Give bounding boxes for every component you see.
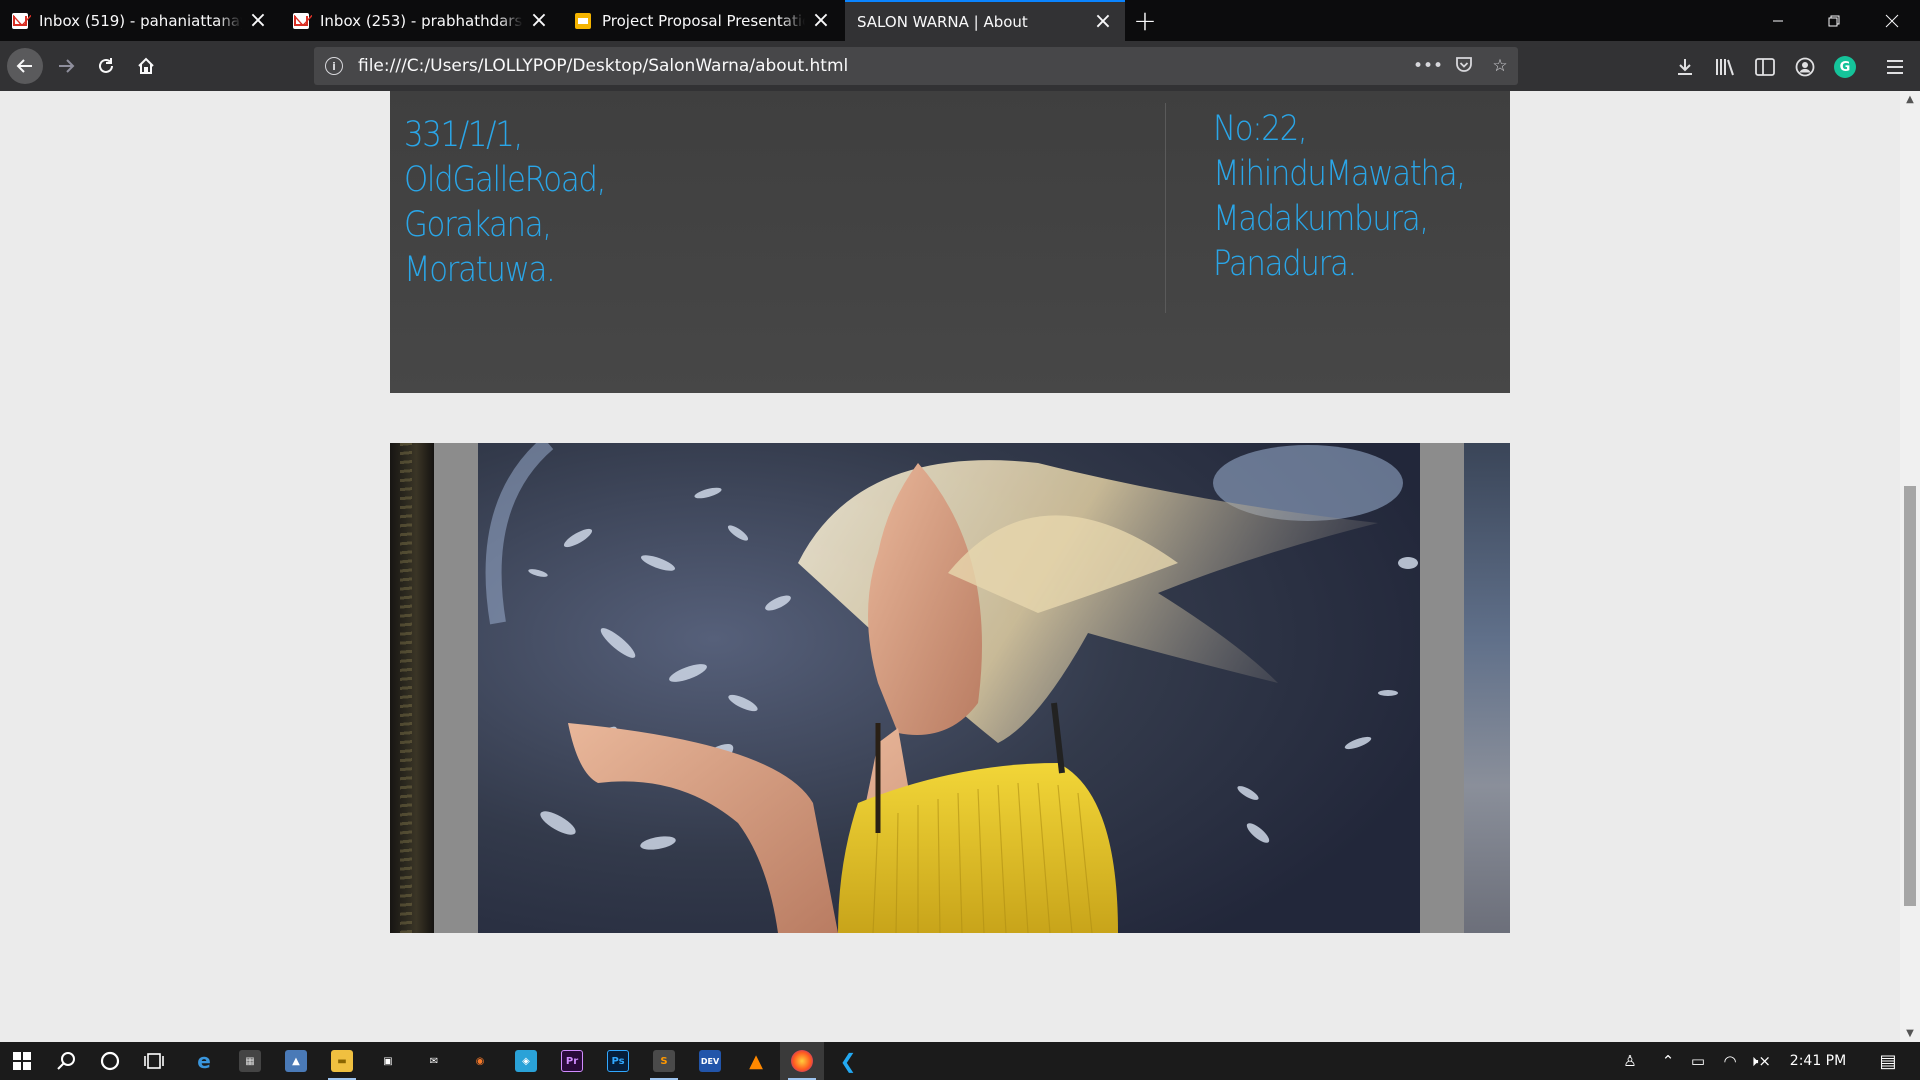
home-icon bbox=[138, 57, 154, 74]
minimize-button[interactable] bbox=[1750, 0, 1806, 41]
forward-button[interactable] bbox=[48, 48, 84, 84]
close-icon[interactable]: × bbox=[529, 9, 549, 31]
slide-gap bbox=[434, 443, 478, 933]
scroll-up-arrow-icon[interactable]: ▲ bbox=[1900, 91, 1920, 108]
arrow-left-icon bbox=[16, 59, 32, 73]
account-icon[interactable] bbox=[1792, 54, 1818, 80]
library-icon[interactable] bbox=[1712, 54, 1738, 80]
address-panadura: No:22, MihinduMawatha, Madakumbura, Pana… bbox=[1213, 107, 1466, 287]
sidebar-icon[interactable] bbox=[1752, 54, 1778, 80]
chevron-up-icon[interactable]: ⌃ bbox=[1656, 1042, 1680, 1080]
mail-icon[interactable]: ✉ bbox=[412, 1042, 456, 1080]
volume-muted-icon[interactable]: 🕨× bbox=[1746, 1042, 1774, 1080]
vlc-icon[interactable]: ▲ bbox=[734, 1042, 778, 1080]
firefox-icon[interactable] bbox=[780, 1042, 824, 1080]
previous-slide-image bbox=[390, 443, 434, 933]
restore-button[interactable] bbox=[1806, 0, 1862, 41]
downloads-icon[interactable] bbox=[1672, 54, 1698, 80]
people-icon[interactable]: ♙ bbox=[1616, 1042, 1644, 1080]
arrow-right-icon bbox=[59, 59, 75, 73]
tab-gmail-1[interactable]: Inbox (519) - pahaniattanayake × bbox=[0, 0, 280, 41]
grammarly-extension-icon[interactable]: G bbox=[1832, 54, 1858, 80]
new-tab-button[interactable]: + bbox=[1130, 0, 1160, 41]
restore-icon bbox=[1828, 15, 1840, 26]
reload-button[interactable] bbox=[88, 48, 124, 84]
photos-icon[interactable]: ▲ bbox=[274, 1042, 318, 1080]
sublime-icon[interactable]: S bbox=[642, 1042, 686, 1080]
home-button[interactable] bbox=[128, 48, 164, 84]
scroll-down-arrow-icon[interactable]: ▼ bbox=[1900, 1025, 1920, 1042]
tab-title: Inbox (253) - prabhathdarshana bbox=[320, 11, 523, 30]
address-line: Madakumbura, bbox=[1213, 199, 1429, 239]
edge-icon[interactable]: e bbox=[182, 1042, 226, 1080]
tab-title: SALON WARNA | About bbox=[857, 12, 1028, 31]
photoshop-icon[interactable]: Ps bbox=[596, 1042, 640, 1080]
close-window-button[interactable] bbox=[1864, 0, 1920, 41]
search-icon[interactable] bbox=[44, 1042, 88, 1080]
close-icon bbox=[1885, 14, 1899, 27]
address-line: Moratuwa. bbox=[404, 250, 556, 290]
vscode-icon[interactable]: ❮ bbox=[826, 1042, 870, 1080]
reload-icon bbox=[99, 58, 113, 73]
address-line: MihinduMawatha, bbox=[1213, 154, 1466, 194]
minimize-icon bbox=[1773, 20, 1783, 21]
address-line: Panadura. bbox=[1213, 244, 1357, 284]
store-icon[interactable]: ▣ bbox=[366, 1042, 410, 1080]
calculator-icon[interactable]: ▦ bbox=[228, 1042, 272, 1080]
tab-gmail-2[interactable]: Inbox (253) - prabhathdarshana × bbox=[281, 0, 561, 41]
next-slide-image bbox=[1464, 443, 1510, 933]
close-icon[interactable]: × bbox=[1093, 10, 1113, 32]
google-slides-icon bbox=[575, 12, 591, 29]
cortana-icon[interactable] bbox=[88, 1042, 132, 1080]
start-icon[interactable] bbox=[0, 1042, 44, 1080]
column-divider bbox=[1165, 103, 1166, 313]
unity-icon[interactable]: ◈ bbox=[504, 1042, 548, 1080]
tab-slides[interactable]: Project Proposal Presentation - × bbox=[563, 0, 843, 41]
tab-salon-about[interactable]: SALON WARNA | About × bbox=[845, 0, 1125, 41]
scrollbar-thumb[interactable] bbox=[1904, 486, 1916, 906]
tab-title: Inbox (519) - pahaniattanayake bbox=[39, 11, 242, 30]
clock[interactable]: 2:41 PM bbox=[1780, 1042, 1856, 1080]
gmail-icon bbox=[293, 12, 309, 29]
tab-title: Project Proposal Presentation - bbox=[602, 11, 805, 30]
navigation-toolbar: i file:///C:/Users/LOLLYPOP/Desktop/Salo… bbox=[0, 41, 1920, 91]
file-explorer-icon[interactable]: ▬ bbox=[320, 1042, 364, 1080]
blender-icon[interactable]: ◉ bbox=[458, 1042, 502, 1080]
address-line: No:22, bbox=[1213, 109, 1308, 149]
action-center-icon[interactable]: ▤ bbox=[1868, 1042, 1908, 1080]
close-icon[interactable]: × bbox=[811, 9, 831, 31]
image-slider[interactable] bbox=[390, 443, 1510, 933]
page-actions-icon[interactable]: ••• bbox=[1410, 56, 1446, 76]
pocket-icon[interactable] bbox=[1446, 55, 1482, 78]
close-icon[interactable]: × bbox=[248, 9, 268, 31]
address-moratuwa: 331/1/1, OldGalleRoad, Gorakana, Moratuw… bbox=[404, 113, 606, 293]
url-text[interactable]: file:///C:/Users/LOLLYPOP/Desktop/SalonW… bbox=[358, 56, 1410, 76]
gmail-icon bbox=[12, 12, 28, 29]
windows-taskbar: e ▦ ▲ ▬ ▣ ✉ ◉ ◈ Pr Ps S DEV ▲ ❮ ♙ ⌃ ▭ ◠ … bbox=[0, 1042, 1920, 1080]
tab-strip: Inbox (519) - pahaniattanayake × Inbox (… bbox=[0, 0, 1920, 41]
site-info-icon[interactable]: i bbox=[325, 57, 343, 75]
page-scrollbar[interactable]: ▲ ▼ bbox=[1900, 91, 1920, 1042]
menu-hamburger-icon[interactable] bbox=[1882, 54, 1908, 80]
wifi-icon[interactable]: ◠ bbox=[1716, 1042, 1744, 1080]
premiere-icon[interactable]: Pr bbox=[550, 1042, 594, 1080]
address-line: 331/1/1, bbox=[404, 115, 523, 155]
bookmark-star-icon[interactable]: ☆ bbox=[1482, 56, 1518, 76]
devcpp-icon[interactable]: DEV bbox=[688, 1042, 732, 1080]
page-content: 331/1/1, OldGalleRoad, Gorakana, Moratuw… bbox=[0, 91, 1900, 1042]
address-bar[interactable]: i file:///C:/Users/LOLLYPOP/Desktop/Salo… bbox=[314, 47, 1518, 85]
back-button[interactable] bbox=[7, 48, 43, 84]
task-view-icon[interactable] bbox=[132, 1042, 176, 1080]
battery-icon[interactable]: ▭ bbox=[1684, 1042, 1712, 1080]
slide-gap bbox=[1420, 443, 1464, 933]
slide-image-woman-feathers bbox=[478, 443, 1420, 933]
address-line: Gorakana, bbox=[404, 205, 552, 245]
locations-panel: 331/1/1, OldGalleRoad, Gorakana, Moratuw… bbox=[390, 91, 1510, 393]
address-line: OldGalleRoad, bbox=[404, 160, 606, 200]
